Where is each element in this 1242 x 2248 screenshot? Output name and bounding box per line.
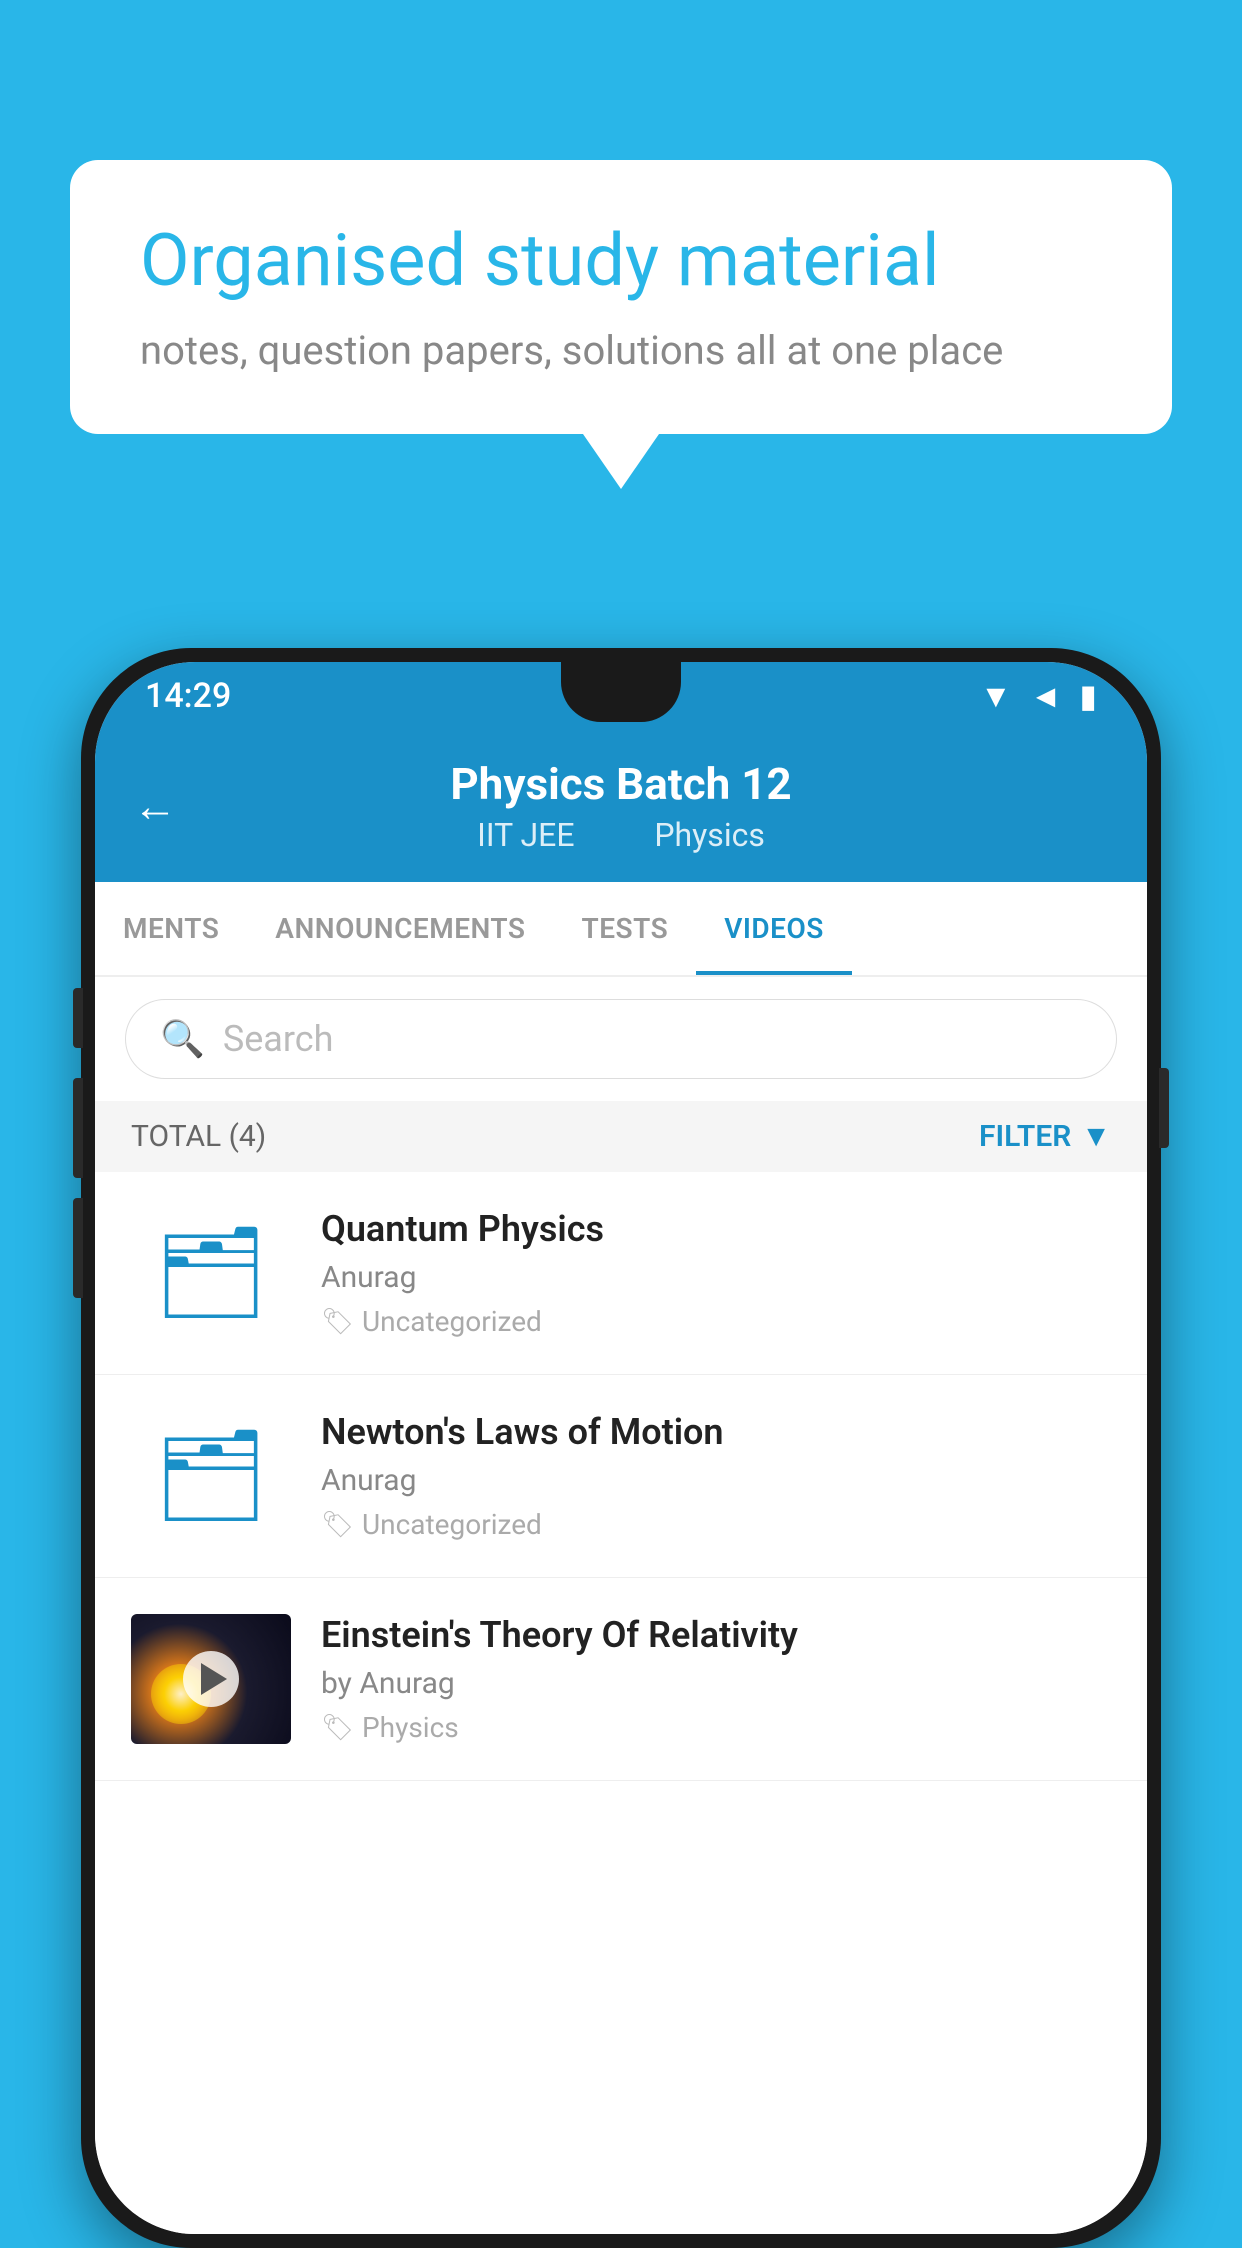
list-item[interactable]: 🗂 Newton's Laws of Motion Anurag 🏷 Uncat…: [95, 1375, 1147, 1578]
video-tag: 🏷 Physics: [321, 1711, 1111, 1744]
status-time: 14:29: [145, 676, 231, 716]
tab-announcements[interactable]: ANNOUNCEMENTS: [247, 882, 553, 975]
video-title: Newton's Laws of Motion: [321, 1411, 1111, 1453]
search-placeholder: Search: [223, 1018, 334, 1060]
video-info: Einstein's Theory Of Relativity by Anura…: [321, 1614, 1111, 1744]
video-info: Newton's Laws of Motion Anurag 🏷 Uncateg…: [321, 1411, 1111, 1541]
video-title: Einstein's Theory Of Relativity: [321, 1614, 1111, 1656]
filter-icon: ▼: [1081, 1119, 1111, 1154]
speech-bubble-arrow: [583, 434, 659, 489]
video-author: by Anurag: [321, 1666, 1111, 1701]
volume-up-button: [73, 1078, 83, 1178]
tag-label: Uncategorized: [362, 1508, 542, 1541]
video-list: 🗂 Quantum Physics Anurag 🏷 Uncategorized…: [95, 1172, 1147, 2234]
tabs-bar: MENTS ANNOUNCEMENTS TESTS VIDEOS: [95, 882, 1147, 977]
filter-button[interactable]: FILTER ▼: [979, 1119, 1111, 1154]
list-item[interactable]: 🗂 Quantum Physics Anurag 🏷 Uncategorized: [95, 1172, 1147, 1375]
video-thumbnail: [131, 1614, 291, 1744]
video-author: Anurag: [321, 1260, 1111, 1295]
battery-icon: ▮: [1079, 677, 1097, 715]
tab-videos[interactable]: VIDEOS: [696, 882, 852, 975]
power-button: [1159, 1068, 1169, 1148]
header-divider: [610, 816, 626, 854]
header-title: Physics Batch 12: [450, 758, 791, 810]
back-button[interactable]: ←: [133, 780, 177, 832]
header-subtitle-2: Physics: [654, 816, 765, 854]
folder-thumbnail: 🗂: [131, 1208, 291, 1338]
tab-tests[interactable]: TESTS: [554, 882, 697, 975]
list-item[interactable]: Einstein's Theory Of Relativity by Anura…: [95, 1578, 1147, 1781]
header-subtitle: IIT JEE Physics: [463, 816, 779, 854]
phone-notch: [561, 662, 681, 722]
tag-icon: 🏷: [321, 1307, 354, 1337]
header-subtitle-1: IIT JEE: [477, 816, 574, 854]
phone-screen: 14:29 ▼ ◄ ▮ ← Physics Batch 12 IIT JEE P…: [95, 662, 1147, 2234]
tag-icon: 🏷: [321, 1713, 354, 1743]
filter-bar: TOTAL (4) FILTER ▼: [95, 1101, 1147, 1172]
video-tag: 🏷 Uncategorized: [321, 1305, 1111, 1338]
volume-down-button: [73, 1198, 83, 1298]
tag-label: Physics: [362, 1711, 459, 1744]
bubble-title: Organised study material: [140, 220, 1102, 303]
folder-icon: 🗂: [154, 1228, 268, 1318]
app-header: ← Physics Batch 12 IIT JEE Physics: [95, 730, 1147, 882]
speech-bubble-wrapper: Organised study material notes, question…: [70, 160, 1172, 489]
search-box[interactable]: 🔍 Search: [125, 999, 1117, 1079]
signal-icon: ◄: [1030, 677, 1062, 715]
bubble-subtitle: notes, question papers, solutions all at…: [140, 327, 1102, 374]
video-info: Quantum Physics Anurag 🏷 Uncategorized: [321, 1208, 1111, 1338]
tab-ments[interactable]: MENTS: [95, 882, 247, 975]
play-icon: [201, 1663, 227, 1695]
video-title: Quantum Physics: [321, 1208, 1111, 1250]
search-icon: 🔍: [160, 1018, 205, 1060]
total-count: TOTAL (4): [131, 1119, 266, 1154]
folder-thumbnail: 🗂: [131, 1411, 291, 1541]
tag-label: Uncategorized: [362, 1305, 542, 1338]
phone-frame: 14:29 ▼ ◄ ▮ ← Physics Batch 12 IIT JEE P…: [81, 648, 1161, 2248]
video-tag: 🏷 Uncategorized: [321, 1508, 1111, 1541]
speech-bubble: Organised study material notes, question…: [70, 160, 1172, 434]
filter-label: FILTER: [979, 1119, 1071, 1154]
folder-icon: 🗂: [154, 1431, 268, 1521]
tag-icon: 🏷: [321, 1510, 354, 1540]
video-author: Anurag: [321, 1463, 1111, 1498]
status-icons: ▼ ◄ ▮: [980, 677, 1097, 715]
play-button[interactable]: [183, 1651, 239, 1707]
volume-silent-button: [73, 988, 83, 1048]
search-container: 🔍 Search: [95, 977, 1147, 1101]
wifi-icon: ▼: [980, 677, 1012, 715]
